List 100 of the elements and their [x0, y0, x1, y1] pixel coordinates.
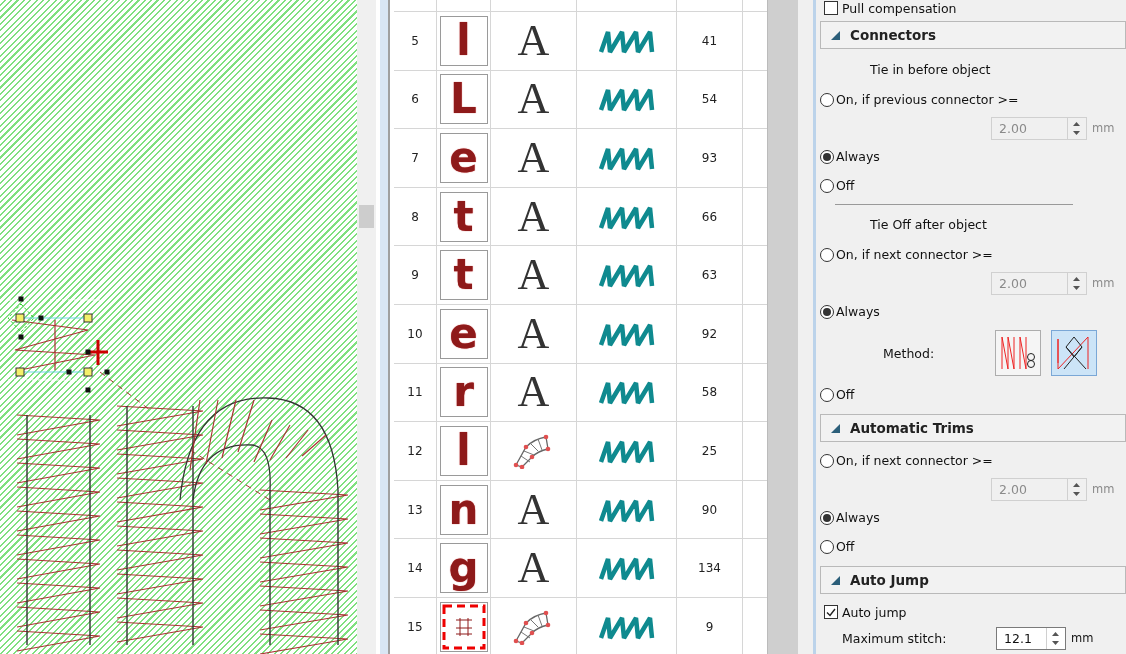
group-caption: Tie Off after object — [869, 216, 987, 232]
collapse-triangle-icon[interactable] — [831, 423, 840, 433]
object-number: 8 — [411, 209, 419, 224]
radio-button[interactable] — [820, 510, 834, 525]
zigzag-stitch-icon — [597, 262, 656, 289]
checkbox[interactable] — [824, 605, 838, 619]
lettering-object-icon: A — [517, 546, 550, 591]
lettering-object-icon: A — [517, 311, 550, 356]
field-label: Maximum stitch: — [841, 630, 948, 646]
lettering-object-icon: A — [517, 253, 550, 298]
collapse-triangle-icon[interactable] — [831, 30, 840, 40]
unit-label: mm — [1092, 482, 1115, 496]
letter-preview: l — [456, 429, 471, 472]
object-number: 7 — [411, 151, 419, 165]
radio-label[interactable]: Always — [836, 304, 880, 319]
checkbox-label[interactable]: Pull compensation — [842, 0, 957, 16]
object-number: 5 — [411, 33, 419, 48]
object-row[interactable]: 11 r A 58 — [394, 363, 767, 423]
lettering-object-icon: A — [517, 77, 550, 122]
section-header[interactable]: Auto Jump — [820, 566, 1126, 594]
radio-button[interactable] — [820, 539, 834, 554]
stitch-count: 134 — [698, 561, 721, 576]
radio-label[interactable]: Always — [836, 510, 880, 525]
object-number: 15 — [407, 619, 423, 634]
section-header[interactable]: Connectors — [820, 21, 1126, 49]
letter-preview: t — [453, 254, 474, 297]
letter-preview: t — [453, 195, 474, 238]
letter-preview: e — [449, 312, 478, 355]
checkbox[interactable] — [824, 1, 838, 15]
lettering-object-icon: A — [517, 136, 550, 180]
object-row[interactable]: 8 t A 66 — [394, 187, 767, 247]
object-row[interactable]: 12 l 25 — [394, 422, 767, 481]
letter-preview: l — [456, 19, 471, 62]
object-row[interactable]: 5 l A 41 — [394, 12, 767, 71]
zigzag-stitch-icon — [597, 379, 656, 406]
radio-label[interactable]: On, if previous connector >= — [836, 92, 1019, 107]
letter-preview: L — [450, 78, 477, 121]
radio-label[interactable]: On, if next connector >= — [836, 453, 993, 468]
stitch-count: 92 — [701, 326, 718, 341]
object-row[interactable]: 13 n A 90 — [394, 480, 767, 540]
radio-label[interactable]: Off — [836, 539, 855, 554]
object-number: 11 — [407, 385, 423, 400]
stitch-count: 41 — [701, 33, 718, 48]
letter-preview: r — [453, 371, 474, 414]
tie-method-button[interactable] — [995, 330, 1041, 376]
radio-button[interactable] — [820, 247, 834, 262]
object-number: 12 — [407, 443, 423, 458]
list-scrollbar[interactable] — [767, 0, 798, 654]
object-row[interactable]: 6 L A 54 — [394, 70, 767, 130]
unit-label: mm — [1071, 631, 1094, 645]
letter-preview: e — [449, 137, 478, 179]
object-number: 6 — [411, 92, 419, 107]
stitch-count: 54 — [701, 92, 718, 107]
lettering-object-icon: A — [517, 370, 550, 415]
radio-button[interactable] — [820, 149, 834, 164]
method-label: Method: — [882, 345, 936, 361]
object-row[interactable]: 15 9 — [394, 597, 767, 654]
stitch-count: 93 — [701, 151, 718, 165]
radio-button[interactable] — [820, 387, 834, 402]
zigzag-stitch-icon — [597, 86, 656, 113]
stitch-count: 25 — [701, 443, 718, 458]
radio-button[interactable] — [820, 178, 834, 193]
radio-label[interactable]: Always — [836, 149, 880, 164]
scrollbar-thumb[interactable] — [359, 205, 374, 228]
radio-button[interactable] — [820, 453, 834, 468]
stitch-count: 58 — [701, 385, 718, 400]
object-number: 10 — [407, 326, 423, 341]
tie-method-button[interactable] — [1051, 330, 1097, 376]
radio-label[interactable]: Off — [836, 178, 855, 193]
unit-label: mm — [1092, 121, 1115, 135]
checkmark-icon — [826, 607, 836, 617]
object-row[interactable]: 9 t A 63 — [394, 246, 767, 305]
lettering-object-icon: A — [517, 18, 550, 63]
group-caption: Tie in before object — [869, 61, 991, 77]
checkbox-label[interactable]: Auto jump — [842, 604, 907, 620]
lettering-object-icon: A — [517, 487, 550, 532]
stitch-count: 63 — [701, 268, 718, 283]
letter-preview: g — [448, 547, 479, 590]
number-spin-field[interactable]: 12.1 — [996, 626, 1066, 650]
stitch-count: 90 — [701, 502, 718, 517]
object-row[interactable]: 10 e A 92 — [394, 304, 767, 364]
radio-button[interactable] — [820, 304, 834, 319]
object-number: 14 — [407, 561, 423, 576]
lettering-object-icon: A — [517, 194, 550, 239]
unit-label: mm — [1092, 276, 1115, 290]
stitch-count: 9 — [705, 619, 714, 634]
section-header[interactable]: Automatic Trims — [820, 414, 1126, 442]
radio-button[interactable] — [820, 92, 834, 107]
object-row[interactable]: 14 g A 134 — [394, 539, 767, 598]
letter-preview: n — [448, 488, 479, 531]
collapse-triangle-icon[interactable] — [831, 575, 840, 585]
object-number: 9 — [411, 268, 419, 283]
zigzag-stitch-icon — [597, 555, 656, 582]
design-canvas[interactable] — [0, 0, 357, 654]
vertical-scrollbar[interactable] — [357, 0, 376, 654]
stitch-count: 66 — [701, 209, 718, 224]
radio-label[interactable]: On, if next connector >= — [836, 247, 993, 262]
radio-label[interactable]: Off — [836, 387, 855, 402]
zigzag-stitch-icon — [597, 145, 656, 171]
object-row[interactable]: 7 e A 93 — [394, 129, 767, 188]
